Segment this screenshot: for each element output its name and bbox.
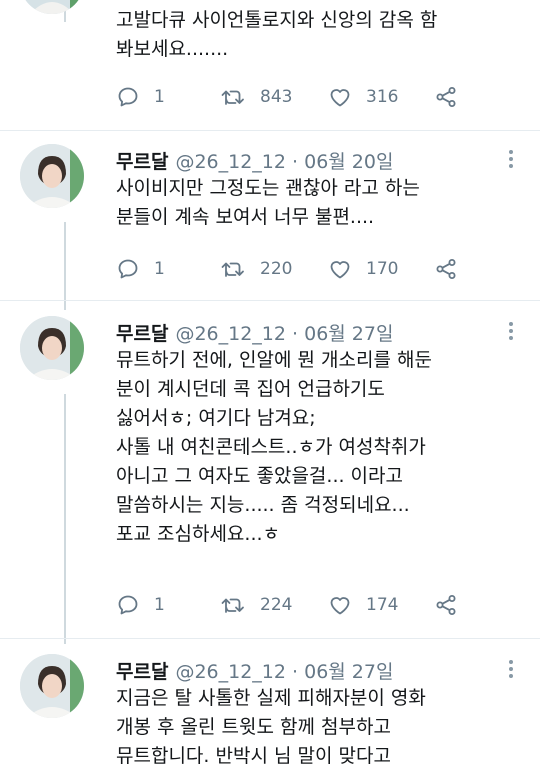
tweet-meta[interactable]: @26_12_12 · 06월 20일 <box>175 147 393 174</box>
avatar[interactable] <box>20 144 84 208</box>
share-icon <box>436 595 456 615</box>
author-name[interactable]: 무르달 <box>116 319 168 346</box>
like-button[interactable]: 170 <box>328 254 398 284</box>
avatar[interactable] <box>20 316 84 380</box>
like-button[interactable]: 316 <box>328 82 398 112</box>
retweet-icon <box>221 262 244 277</box>
tweet-text: 뮤트하기 전에, 인알에 뭔 개소리를 해둔 분이 계시던데 콕 집어 언급하기… <box>116 346 528 549</box>
more-options-icon[interactable] <box>502 148 520 170</box>
divider <box>0 300 540 301</box>
reply-icon <box>118 87 138 107</box>
retweet-icon <box>221 598 244 613</box>
avatar[interactable] <box>20 654 84 718</box>
reply-count: 1 <box>154 259 165 279</box>
retweet-button[interactable]: 224 <box>220 590 292 620</box>
tweet-text-line: 개봉 후 올린 트윗도 함께 첨부하고 <box>116 716 391 738</box>
retweet-count: 220 <box>260 259 293 279</box>
tweet-text: 지금은 탈 사톨한 실제 피해자분이 영화 개봉 후 올린 트윗도 함께 첨부하… <box>116 684 528 771</box>
tweet-meta[interactable]: @26_12_12 · 06월 27일 <box>175 319 393 346</box>
reply-icon <box>118 259 138 279</box>
like-count: 170 <box>366 259 399 279</box>
tweet-text-line: 아니고 그 여자도 좋았을걸... 이라고 <box>116 465 403 487</box>
tweet-text-line: 봐보세요....... <box>116 38 229 60</box>
tweet-text-line: 고발다큐 사이언톨로지와 신앙의 감옥 함 <box>116 9 438 31</box>
retweet-count: 843 <box>260 87 293 107</box>
share-icon <box>436 87 456 107</box>
share-button[interactable] <box>434 590 472 620</box>
tweet-text-line: 분들이 계속 보여서 너무 불편.... <box>116 206 375 228</box>
tweet-text: 사이비지만 그정도는 괜찮아 라고 하는 분들이 계속 보여서 너무 불편...… <box>116 174 528 232</box>
divider <box>0 638 540 639</box>
like-button[interactable]: 174 <box>328 590 398 620</box>
heart-icon <box>330 261 350 279</box>
avatar[interactable] <box>20 0 84 14</box>
tweet-text-line: 포교 조심하세요...ㅎ <box>116 523 280 545</box>
tweet-text-line: 뮤트하기 전에, 인알에 뭔 개소리를 해둔 <box>116 349 432 371</box>
reply-icon <box>118 595 138 615</box>
tweet-text-line: 말씀하시는 지능..... 좀 걱정되네요... <box>116 494 410 516</box>
tweet-text-line: 사이비지만 그정도는 괜찮아 라고 하는 <box>116 177 420 199</box>
reply-button[interactable]: 1 <box>116 590 165 620</box>
retweet-button[interactable]: 843 <box>220 82 292 112</box>
reply-button[interactable]: 1 <box>116 254 165 284</box>
tweet-text-line: 분이 계시던데 콕 집어 언급하기도 <box>116 378 385 400</box>
share-button[interactable] <box>434 254 472 284</box>
tweet-text-line: 뮤트합니다. 반박시 님 말이 맞다고 <box>116 745 391 767</box>
reply-count: 1 <box>154 87 165 107</box>
share-button[interactable] <box>434 82 472 112</box>
author-name[interactable]: 무르달 <box>116 147 168 174</box>
heart-icon <box>330 89 350 107</box>
retweet-button[interactable]: 220 <box>220 254 292 284</box>
retweet-icon <box>221 90 244 105</box>
heart-icon <box>330 597 350 615</box>
author-name[interactable]: 무르달 <box>116 657 168 684</box>
tweet-text-line: 지금은 탈 사톨한 실제 피해자분이 영화 <box>116 687 426 709</box>
divider <box>0 130 540 131</box>
like-count: 316 <box>366 87 399 107</box>
reply-button[interactable]: 1 <box>116 82 165 112</box>
like-count: 174 <box>366 595 399 615</box>
tweet-text-line: 싫어서ㅎ; 여기다 남겨요; <box>116 407 316 429</box>
tweet-text: 고발다큐 사이언톨로지와 신앙의 감옥 함 봐보세요....... <box>116 6 528 64</box>
reply-count: 1 <box>154 595 165 615</box>
more-options-icon[interactable] <box>502 658 520 680</box>
thread-line <box>64 222 66 310</box>
retweet-count: 224 <box>260 595 293 615</box>
thread-line <box>64 394 66 644</box>
tweet-meta[interactable]: @26_12_12 · 06월 27일 <box>175 657 393 684</box>
share-icon <box>436 259 456 279</box>
tweet-text-line: 사톨 내 여친콘테스트..ㅎ가 여성착취가 <box>116 436 426 458</box>
more-options-icon[interactable] <box>502 320 520 342</box>
